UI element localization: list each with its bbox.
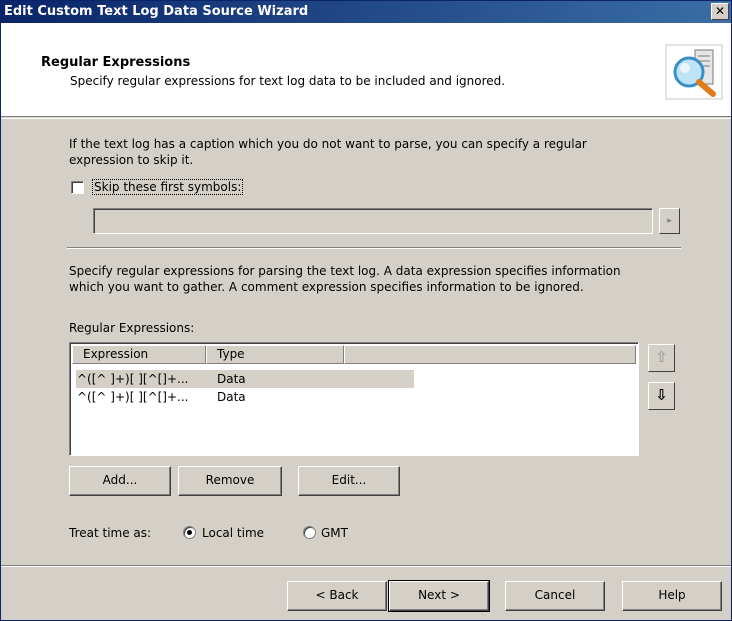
list-item[interactable]: ^([^ ]+)[ ][^[]+... Data: [76, 388, 414, 406]
skip-symbols-checkbox[interactable]: [71, 181, 84, 194]
move-down-button[interactable]: ⇩: [648, 382, 675, 410]
section-divider: [67, 247, 681, 249]
arrow-up-icon: ⇧: [655, 348, 668, 366]
next-button[interactable]: Next >: [388, 580, 490, 612]
gmt-radio[interactable]: [303, 526, 316, 539]
back-button[interactable]: < Back: [287, 581, 387, 611]
close-icon: ✕: [714, 4, 726, 18]
skip-symbols-input[interactable]: [93, 208, 653, 234]
chevron-right-icon: ▸: [667, 216, 672, 226]
type-cell: Data: [217, 372, 246, 386]
cancel-button[interactable]: Cancel: [505, 581, 605, 611]
help-button[interactable]: Help: [622, 581, 722, 611]
title-bar: Edit Custom Text Log Data Source Wizard …: [1, 1, 731, 23]
caption-description-2: expression to skip it.: [69, 153, 194, 167]
list-item[interactable]: ^([^ ]+)[ ][^[]+... Data: [76, 370, 414, 388]
add-button[interactable]: Add...: [69, 466, 171, 496]
caption-description-1: If the text log has a caption which you …: [69, 137, 587, 151]
insert-expression-button[interactable]: ▸: [659, 208, 680, 234]
gmt-label[interactable]: GMT: [321, 525, 348, 541]
regex-list-label: Regular Expressions:: [69, 321, 195, 335]
move-up-button[interactable]: ⇧: [648, 344, 675, 372]
remove-button[interactable]: Remove: [178, 466, 282, 496]
arrow-down-icon: ⇩: [655, 386, 668, 404]
local-time-label[interactable]: Local time: [202, 525, 264, 541]
expression-cell: ^([^ ]+)[ ][^[]+...: [77, 390, 189, 404]
column-header-filler: [344, 345, 636, 364]
parsing-description-1: Specify regular expressions for parsing …: [69, 264, 621, 278]
edit-button[interactable]: Edit...: [298, 466, 400, 496]
type-cell: Data: [217, 390, 246, 404]
expression-cell: ^([^ ]+)[ ][^[]+...: [77, 372, 189, 386]
local-time-radio[interactable]: [183, 526, 196, 539]
wizard-header: Regular Expressions Specify regular expr…: [1, 23, 731, 117]
search-data-icon: [665, 44, 723, 100]
footer-divider: [1, 565, 731, 567]
time-label: Treat time as:: [69, 526, 152, 540]
column-header-type[interactable]: Type: [206, 345, 344, 364]
header-separator: [1, 118, 731, 119]
wizard-window: Edit Custom Text Log Data Source Wizard …: [0, 0, 732, 621]
regex-list[interactable]: Expression Type ^([^ ]+)[ ][^[]+... Data…: [69, 342, 639, 456]
parsing-description-2: which you want to gather. A comment expr…: [69, 280, 584, 294]
page-subtitle: Specify regular expressions for text log…: [70, 74, 506, 88]
close-button[interactable]: ✕: [711, 3, 729, 20]
skip-symbols-label[interactable]: Skip these first symbols:: [92, 179, 244, 195]
page-title: Regular Expressions: [41, 55, 191, 70]
column-header-expression[interactable]: Expression: [72, 345, 206, 364]
window-title: Edit Custom Text Log Data Source Wizard: [4, 4, 309, 19]
